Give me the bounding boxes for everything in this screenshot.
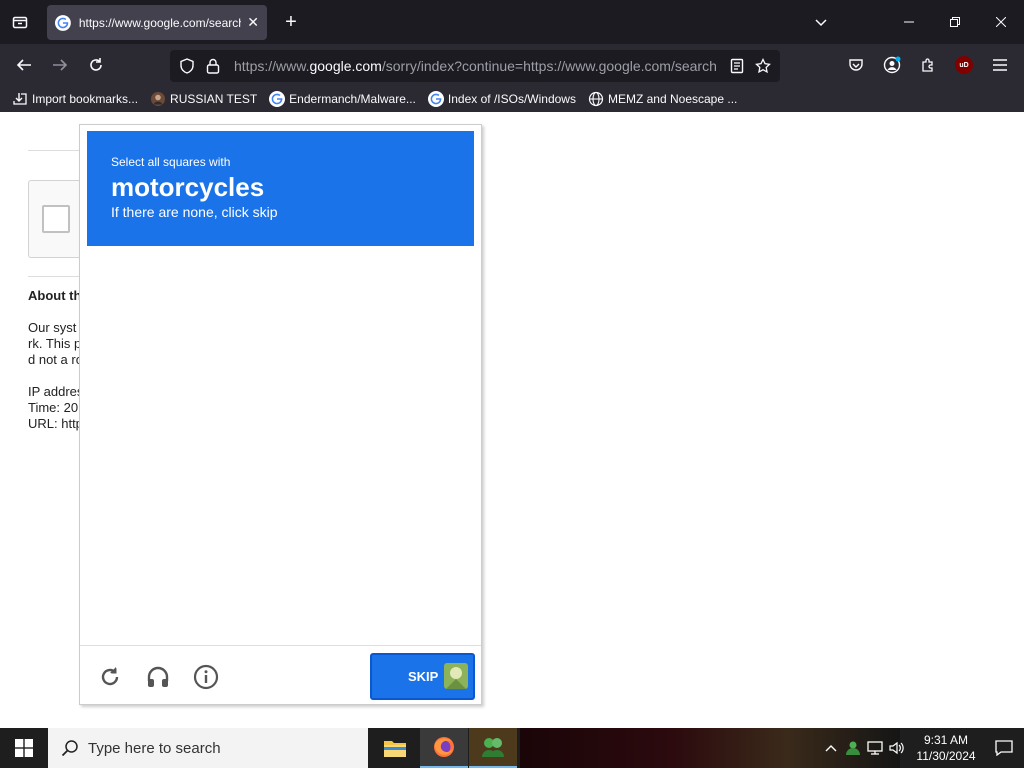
google-icon <box>55 14 71 31</box>
time-line: Time: 20 <box>28 400 79 415</box>
image-tile[interactable] <box>87 251 182 346</box>
ublock-origin-icon[interactable]: uD <box>946 47 982 83</box>
chevron-up-icon[interactable] <box>820 728 842 768</box>
forward-arrow-icon[interactable] <box>48 53 72 77</box>
hamburger-menu-icon[interactable] <box>982 47 1018 83</box>
challenge-footer: SKIP <box>80 645 481 705</box>
image-tile[interactable] <box>282 251 377 346</box>
skip-button[interactable]: SKIP <box>370 653 475 700</box>
recaptcha-challenge: Select all squares with motorcycles If t… <box>79 124 482 705</box>
ip-address-line: IP addres <box>28 384 80 399</box>
image-tile[interactable] <box>379 542 474 637</box>
image-tile[interactable] <box>87 348 182 443</box>
clock-date: 11/30/2024 <box>916 749 976 763</box>
windows-logo-icon <box>15 739 33 757</box>
firefox-icon[interactable] <box>420 728 468 768</box>
tab-google-search[interactable]: https://www.google.com/search ✕ <box>47 5 267 40</box>
malware-app-icon[interactable] <box>469 728 517 768</box>
about-text: rk. This p <box>28 336 80 351</box>
instruction-subtext: If there are none, click skip <box>111 204 278 220</box>
buster-extension-icon[interactable] <box>442 659 470 693</box>
image-tile[interactable] <box>379 348 474 443</box>
image-tile[interactable] <box>87 445 182 540</box>
about-text: Our syst <box>28 320 77 335</box>
search-placeholder: Type here to search <box>88 739 221 757</box>
navigation-toolbar: https://www.google.com/sorry/index?conti… <box>0 44 1024 86</box>
network-icon[interactable] <box>864 728 886 768</box>
bookmark-russian-test[interactable]: RUSSIAN TEST <box>150 91 257 107</box>
extensions-puzzle-icon[interactable] <box>910 47 946 83</box>
image-tile[interactable] <box>282 348 377 443</box>
taskbar-search[interactable]: Type here to search <box>48 728 368 768</box>
tile-grid <box>87 251 474 637</box>
bookmark-memz[interactable]: MEMZ and Noescape ... <box>588 91 737 107</box>
url-line[interactable]: URL: http <box>28 416 80 432</box>
image-tile[interactable] <box>282 445 377 540</box>
image-tile[interactable] <box>87 542 182 637</box>
close-window-button[interactable] <box>978 0 1024 44</box>
bookmark-index-isos[interactable]: Index of /ISOs/Windows <box>427 91 576 107</box>
bookmark-endermanch[interactable]: Endermanch/Malware... <box>269 91 416 107</box>
lock-icon[interactable] <box>204 57 222 75</box>
about-heading: About th <box>28 288 80 303</box>
account-icon[interactable] <box>874 47 910 83</box>
address-bar[interactable]: https://www.google.com/sorry/index?conti… <box>170 50 780 82</box>
clock[interactable]: 9:31 AM 11/30/2024 <box>908 732 984 764</box>
info-icon[interactable] <box>193 664 219 690</box>
system-tray: 9:31 AM 11/30/2024 <box>820 728 1024 768</box>
start-button[interactable] <box>0 728 48 768</box>
tab-title: https://www.google.com/search <box>78 15 242 30</box>
bookmark-star-icon[interactable] <box>754 57 772 75</box>
reload-icon[interactable] <box>84 53 108 77</box>
windows-taskbar: Type here to search 9:31 AM 11/30/2024 <box>0 728 1024 768</box>
search-icon <box>60 738 80 758</box>
file-explorer-icon[interactable] <box>371 728 419 768</box>
image-tile[interactable] <box>282 542 377 637</box>
image-tile[interactable] <box>184 348 279 443</box>
new-tab-button[interactable]: + <box>280 11 302 33</box>
avatar-icon <box>150 91 166 107</box>
notification-icon[interactable] <box>984 728 1024 768</box>
google-icon <box>269 91 286 107</box>
image-tile[interactable] <box>379 251 474 346</box>
bookmarks-toolbar: Import bookmarks... RUSSIAN TEST Enderma… <box>0 86 1024 112</box>
minimize-button[interactable] <box>886 0 932 44</box>
tab-bar: https://www.google.com/search ✕ + <box>0 0 1024 44</box>
instruction-text: Select all squares with <box>111 155 231 169</box>
close-tab-icon[interactable]: ✕ <box>247 14 259 31</box>
image-tile[interactable] <box>184 542 279 637</box>
back-arrow-icon[interactable] <box>12 53 36 77</box>
target-object: motorcycles <box>111 172 265 202</box>
about-text: d not a ro <box>28 352 80 367</box>
image-tile[interactable] <box>184 251 279 346</box>
url-text[interactable]: https://www.google.com/sorry/index?conti… <box>234 58 720 74</box>
image-tile[interactable] <box>184 445 279 540</box>
reload-challenge-icon[interactable] <box>97 664 123 690</box>
import-icon <box>12 91 28 107</box>
clock-time: 9:31 AM <box>923 733 969 747</box>
pocket-icon[interactable] <box>838 47 874 83</box>
list-all-tabs-button[interactable] <box>8 10 32 34</box>
globe-icon <box>588 91 604 107</box>
people-icon[interactable] <box>842 728 864 768</box>
restore-button[interactable] <box>932 0 978 44</box>
shield-icon[interactable] <box>178 57 196 75</box>
challenge-header: Select all squares with motorcycles If t… <box>87 131 474 246</box>
recaptcha-checkbox[interactable] <box>42 205 70 233</box>
bookmark-import[interactable]: Import bookmarks... <box>12 91 138 107</box>
volume-icon[interactable] <box>886 728 908 768</box>
image-tile[interactable] <box>379 445 474 540</box>
chevron-down-icon[interactable] <box>806 15 836 29</box>
google-icon <box>427 91 444 107</box>
audio-challenge-icon[interactable] <box>145 664 171 690</box>
reader-view-icon[interactable] <box>728 57 746 75</box>
